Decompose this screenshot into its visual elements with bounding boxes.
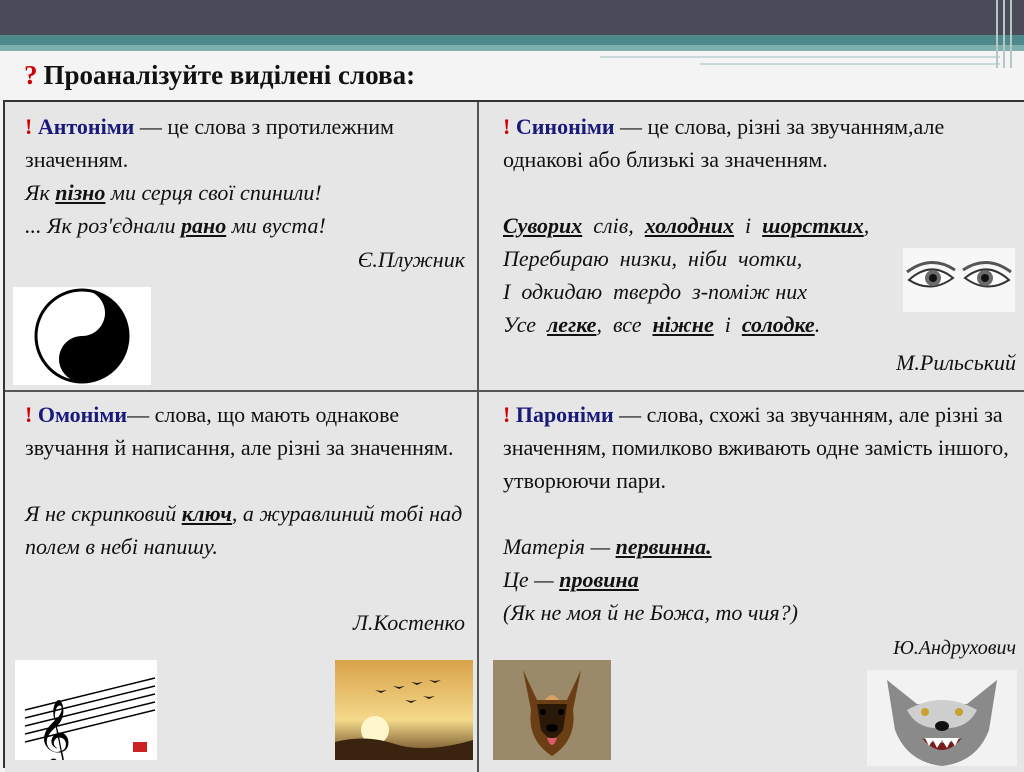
content-table: ! Антоніми — це слова з протилежним знач…	[3, 100, 1024, 772]
term-label: Пароніми	[515, 402, 614, 427]
author: Є.Плужник	[357, 247, 465, 272]
decor-line	[996, 0, 998, 68]
quote-text: слів,	[582, 213, 645, 238]
question-mark: ?	[24, 60, 38, 90]
highlighted-word: ключ	[181, 501, 232, 526]
paronyms-definition: ! Пароніми — слова, схожі за звучанням, …	[503, 398, 1013, 497]
exclamation-mark: !	[503, 402, 511, 427]
quote-text: і	[713, 312, 742, 337]
synonyms-cell: ! Синоніми — це слова, різні за звучання…	[479, 102, 1024, 392]
wolf-icon	[867, 670, 1017, 766]
quote-text: Це —	[503, 567, 560, 592]
eyes-icon	[903, 248, 1015, 312]
decor-line	[700, 63, 1000, 65]
decor-line	[1003, 0, 1005, 68]
term-label: Синоніми	[515, 114, 615, 139]
author: М.Рильський	[896, 350, 1016, 375]
highlighted-word: легке	[547, 312, 597, 337]
quote-text: Матерія —	[503, 534, 616, 559]
highlighted-word: Суворих	[503, 213, 583, 238]
yin-yang-icon	[13, 287, 151, 385]
highlighted-word: рано	[180, 213, 227, 238]
decor-line	[1010, 0, 1012, 68]
paronyms-examples: Матерія — первинна. Це — провина (Як не …	[503, 530, 1013, 629]
quote-text: Я не скрипковий	[25, 501, 182, 526]
quote-text: .	[814, 312, 821, 337]
quote-text: і	[734, 213, 763, 238]
author: Л.Костенко	[353, 610, 465, 635]
treble-clef-icon: 𝄞	[15, 660, 157, 769]
exclamation-mark: !	[503, 114, 511, 139]
homonyms-cell: ! Омоніми— слова, що мають однакове звуч…	[5, 392, 479, 772]
quote-text: Як	[25, 180, 56, 205]
synonyms-definition: ! Синоніми — це слова, різні за звучання…	[503, 110, 1013, 176]
highlighted-word: холодних	[644, 213, 735, 238]
highlighted-word: шорстких	[762, 213, 864, 238]
homonyms-quote: Я не скрипковий ключ, а журавлиний тобі …	[25, 497, 465, 563]
antonyms-definition: ! Антоніми — це слова з протилежним знач…	[25, 110, 465, 176]
exclamation-mark: !	[25, 402, 33, 427]
cranes-sunset-icon	[335, 660, 473, 760]
quote-text: І одкидаю твердо з-поміж них	[503, 279, 808, 304]
highlighted-word: провина	[559, 567, 639, 592]
highlighted-word: ніжне	[652, 312, 714, 337]
svg-text:𝄞: 𝄞	[37, 698, 71, 760]
antonyms-quote: Як пізно ми серця свої спинили! ... Як р…	[25, 176, 465, 242]
highlighted-word: пізно	[55, 180, 106, 205]
quote-text: ... Як роз'єднали	[25, 213, 181, 238]
quote-text: ми серця свої спинили!	[105, 180, 322, 205]
accent-band	[0, 35, 1024, 45]
quote-text: Перебираю низки, ніби чотки,	[503, 246, 803, 271]
highlighted-word: первинна.	[615, 534, 712, 559]
exclamation-mark: !	[25, 114, 33, 139]
quote-text: ми вуста!	[226, 213, 326, 238]
term-label: Омоніми	[37, 402, 128, 427]
author: Ю.Андрухович	[893, 637, 1016, 659]
term-label: Антоніми	[37, 114, 135, 139]
quote-text: , все	[596, 312, 653, 337]
slide-title: ? Проаналізуйте виділені слова:	[24, 60, 415, 91]
decor-line	[600, 56, 1000, 58]
paronyms-cell: ! Пароніми — слова, схожі за звучанням, …	[479, 392, 1024, 772]
highlighted-word: солодке	[741, 312, 815, 337]
dog-icon	[493, 660, 611, 760]
accent-band-light	[0, 45, 1024, 51]
homonyms-definition: ! Омоніми— слова, що мають однакове звуч…	[25, 398, 470, 464]
title-text: Проаналізуйте виділені слова:	[43, 60, 416, 90]
quote-text: Усе	[503, 312, 548, 337]
quote-text: (Як не моя й не Божа, то чия?)	[503, 600, 798, 625]
top-bar	[0, 0, 1024, 35]
antonyms-cell: ! Антоніми — це слова з протилежним знач…	[5, 102, 479, 392]
quote-text: ,	[863, 213, 870, 238]
